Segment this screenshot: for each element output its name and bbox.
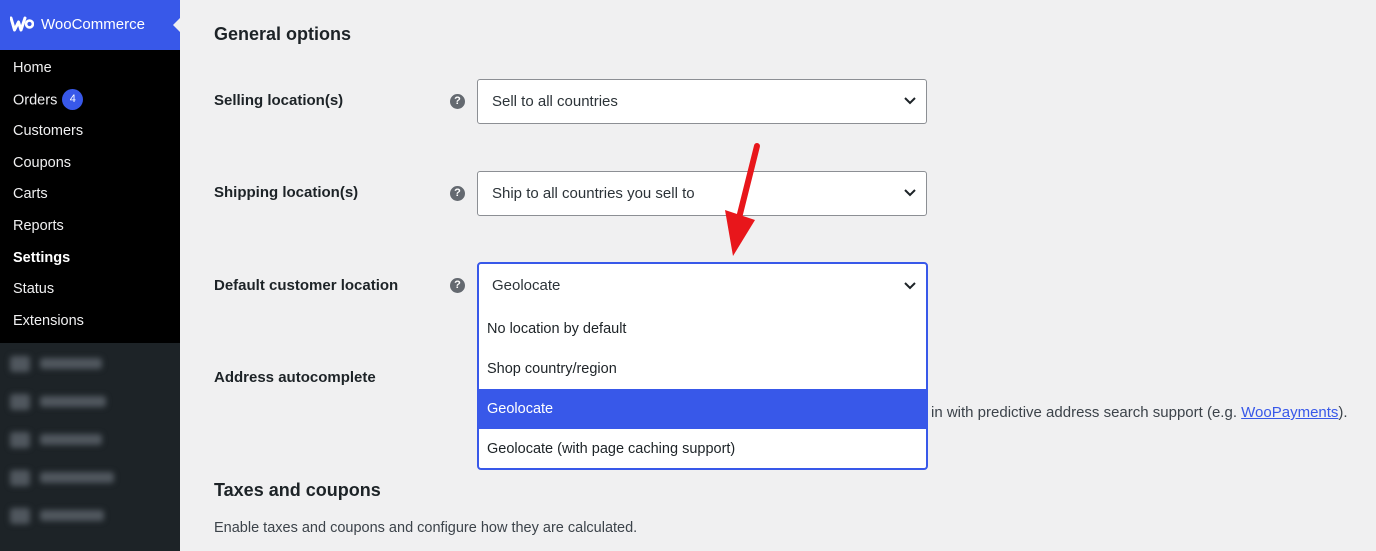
woocommerce-menu-title: WooCommerce bbox=[41, 16, 145, 33]
submenu-item-label: Extensions bbox=[13, 313, 84, 329]
submenu-item-carts[interactable]: Carts bbox=[13, 185, 48, 203]
shipping-location-label: Shipping location(s) bbox=[214, 184, 359, 201]
submenu-item-label: Home bbox=[13, 60, 52, 76]
select-value: Geolocate bbox=[492, 277, 561, 294]
submenu-item-label: Settings bbox=[13, 250, 71, 266]
blurred-menu-item bbox=[10, 469, 114, 486]
submenu-item-reports[interactable]: Reports bbox=[13, 217, 64, 235]
blurred-menu-items bbox=[0, 343, 180, 551]
woocommerce-menu-header[interactable]: WooCommerce bbox=[0, 0, 181, 50]
settings-main: General options Selling location(s) ? Se… bbox=[180, 0, 1376, 551]
submenu-item-status[interactable]: Status bbox=[13, 280, 54, 298]
general-options-title: General options bbox=[214, 24, 352, 44]
default-customer-location-dropdown[interactable]: Geolocate No location by default Shop co… bbox=[477, 262, 928, 470]
submenu-item-coupons[interactable]: Coupons bbox=[13, 154, 71, 172]
woopayments-link[interactable]: WooPayments bbox=[1241, 404, 1338, 421]
option-geolocate[interactable]: Geolocate bbox=[479, 389, 926, 429]
submenu-item-customers[interactable]: Customers bbox=[13, 122, 83, 140]
admin-sidebar: WooCommerce Home Orders 4 Customers Coupo… bbox=[0, 0, 181, 551]
submenu-item-settings[interactable]: Settings bbox=[13, 249, 70, 267]
app-root: WooCommerce Home Orders 4 Customers Coupo… bbox=[0, 0, 1376, 551]
taxes-coupons-description: Enable taxes and coupons and configure h… bbox=[214, 520, 638, 536]
chevron-down-icon bbox=[904, 282, 916, 290]
annotation-arrow-icon bbox=[725, 143, 760, 256]
option-geolocate-caching[interactable]: Geolocate (with page caching support) bbox=[479, 429, 926, 468]
submenu-item-label: Status bbox=[13, 281, 55, 297]
selling-location-label: Selling location(s) bbox=[214, 92, 344, 109]
submenu-item-label: Carts bbox=[13, 186, 48, 202]
blurred-menu-item bbox=[10, 355, 102, 372]
help-icon[interactable]: ? bbox=[450, 278, 465, 293]
submenu-item-label: Coupons bbox=[13, 155, 72, 171]
select-value: Ship to all countries you sell to bbox=[492, 185, 695, 202]
blurred-menu-item bbox=[10, 507, 104, 524]
blurred-menu-item bbox=[10, 393, 106, 410]
woocommerce-logo-icon bbox=[10, 16, 34, 32]
dropdown-current-value[interactable]: Geolocate bbox=[479, 264, 926, 310]
address-autocomplete-description: in with predictive address search suppor… bbox=[931, 404, 1348, 421]
option-shop-country[interactable]: Shop country/region bbox=[479, 349, 926, 389]
submenu-item-home[interactable]: Home bbox=[13, 59, 52, 77]
taxes-coupons-title: Taxes and coupons bbox=[214, 480, 381, 500]
submenu-item-label: Orders bbox=[13, 92, 58, 109]
selling-location-select[interactable]: Sell to all countries bbox=[477, 79, 927, 124]
woocommerce-submenu: Home Orders 4 Customers Coupons Carts Rep… bbox=[0, 50, 180, 343]
chevron-down-icon bbox=[904, 97, 916, 105]
submenu-item-label: Customers bbox=[13, 123, 84, 139]
option-no-location[interactable]: No location by default bbox=[479, 309, 926, 349]
submenu-item-extensions[interactable]: Extensions bbox=[13, 312, 84, 330]
help-icon[interactable]: ? bbox=[450, 94, 465, 109]
description-end: ). bbox=[1338, 404, 1348, 421]
orders-count-badge: 4 bbox=[62, 89, 84, 110]
description-text: in with predictive address search suppor… bbox=[931, 404, 1242, 421]
default-customer-location-label: Default customer location bbox=[214, 277, 399, 294]
help-icon[interactable]: ? bbox=[450, 186, 465, 201]
select-value: Sell to all countries bbox=[492, 93, 618, 110]
submenu-item-orders[interactable]: Orders 4 bbox=[13, 89, 84, 111]
submenu-item-label: Reports bbox=[13, 218, 64, 234]
chevron-down-icon bbox=[904, 189, 916, 197]
blurred-menu-item bbox=[10, 431, 102, 448]
address-autocomplete-label: Address autocomplete bbox=[214, 369, 376, 386]
